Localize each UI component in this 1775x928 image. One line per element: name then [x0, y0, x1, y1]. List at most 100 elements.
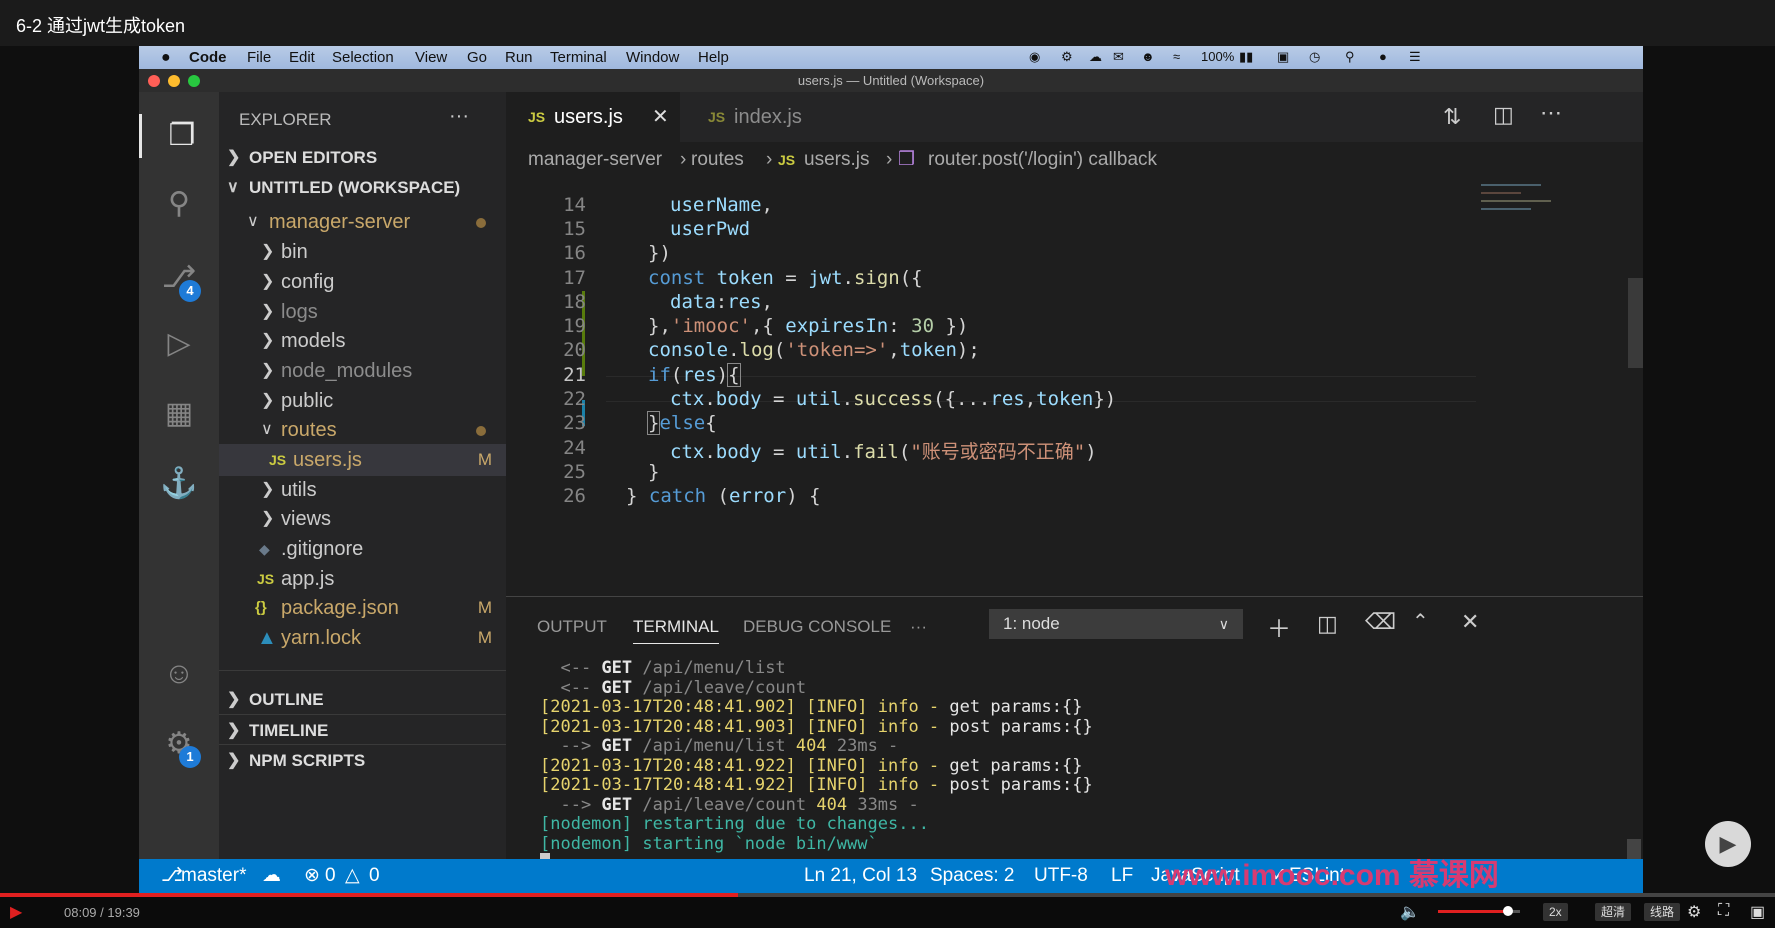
- line-button[interactable]: 线路: [1644, 903, 1681, 921]
- bell-icon[interactable]: ✉: [1113, 49, 1124, 65]
- open-editors-section[interactable]: ❯ OPEN EDITORS: [219, 142, 506, 174]
- menu-edit[interactable]: Edit: [289, 49, 315, 66]
- split-editor-icon[interactable]: ◫: [1493, 102, 1514, 128]
- sync-icon[interactable]: ☁: [262, 859, 281, 893]
- settings-badge: 1: [179, 746, 201, 768]
- menu-help[interactable]: Help: [698, 49, 729, 66]
- tree-file-app-js[interactable]: JS app.js: [219, 563, 506, 595]
- tree-folder-manager-server[interactable]: ∨ manager-server: [219, 206, 506, 238]
- menu-window[interactable]: Window: [626, 49, 679, 66]
- branch-name[interactable]: master*: [181, 859, 246, 893]
- play-overlay-icon[interactable]: ▶: [1705, 821, 1751, 867]
- line-ending[interactable]: LF: [1111, 859, 1133, 893]
- menu-terminal[interactable]: Terminal: [550, 49, 607, 66]
- branch-icon[interactable]: ⎇: [161, 859, 183, 893]
- breadcrumb-item[interactable]: router.post('/login') callback: [928, 142, 1157, 178]
- warning-count[interactable]: 0: [369, 859, 380, 893]
- minimap[interactable]: [1481, 178, 1581, 238]
- timeline-section[interactable]: ❯ TIMELINE: [219, 714, 506, 747]
- docker-icon[interactable]: ⚓: [157, 462, 201, 506]
- tree-folder-utils[interactable]: ❯ utils: [219, 474, 506, 506]
- panel-more-button[interactable]: ···: [910, 617, 927, 637]
- control-center-icon[interactable]: ☰: [1409, 49, 1421, 65]
- siri-icon[interactable]: ●: [1379, 49, 1387, 64]
- tab-index-js[interactable]: JS index.js: [682, 92, 842, 142]
- account-icon[interactable]: ☺: [157, 652, 201, 696]
- cloud-icon[interactable]: ☁: [1089, 49, 1102, 65]
- tree-file-package-json[interactable]: {} package.json M: [219, 592, 506, 624]
- tree-folder-config[interactable]: ❯ config: [219, 266, 506, 298]
- extensions-icon[interactable]: ▦: [157, 392, 201, 436]
- tree-folder-logs[interactable]: ❯ logs: [219, 296, 506, 328]
- scrollbar[interactable]: [1628, 278, 1643, 368]
- tree-folder-views[interactable]: ❯ views: [219, 503, 506, 535]
- tree-folder-bin[interactable]: ❯ bin: [219, 236, 506, 268]
- open-changes-icon[interactable]: ⇅: [1443, 104, 1461, 130]
- apple-icon[interactable]: ●: [161, 49, 171, 67]
- menu-view[interactable]: View: [415, 49, 447, 66]
- npm-scripts-section[interactable]: ❯ NPM SCRIPTS: [219, 744, 506, 777]
- app-status-icon[interactable]: ⚙: [1061, 49, 1073, 65]
- play-icon[interactable]: ▶: [10, 902, 22, 922]
- tab-output[interactable]: OUTPUT: [537, 617, 607, 637]
- terminal-scrollbar[interactable]: [1627, 839, 1641, 859]
- fullscreen-web-icon[interactable]: ⛶: [1718, 902, 1729, 920]
- more-actions-icon[interactable]: ⋯: [1540, 100, 1562, 126]
- tab-terminal[interactable]: TERMINAL: [633, 617, 719, 644]
- tab-debug-console[interactable]: DEBUG CONSOLE: [743, 617, 891, 637]
- tab-label: index.js: [734, 106, 802, 128]
- indentation[interactable]: Spaces: 2: [930, 859, 1015, 893]
- terminal-output[interactable]: <-- GET /api/menu/list <-- GET /api/leav…: [540, 658, 1093, 874]
- clock-icon[interactable]: ◷: [1309, 49, 1320, 65]
- battery-icon[interactable]: ▮▮: [1239, 49, 1253, 65]
- close-tab-icon[interactable]: ✕: [652, 92, 669, 142]
- du-icon[interactable]: ▣: [1277, 49, 1289, 65]
- tree-file-users-js[interactable]: JS users.js M: [219, 444, 506, 476]
- timeline-label: TIMELINE: [249, 721, 329, 740]
- breadcrumb-item[interactable]: routes: [691, 142, 744, 178]
- fullscreen-icon[interactable]: ▣: [1750, 902, 1765, 922]
- menu-run[interactable]: Run: [505, 49, 533, 66]
- search-icon[interactable]: ⚲: [157, 182, 201, 226]
- spotlight-search-icon[interactable]: ⚲: [1345, 49, 1355, 65]
- wechat-icon[interactable]: ☻: [1141, 49, 1155, 64]
- close-panel-icon[interactable]: ✕: [1461, 609, 1479, 635]
- encoding[interactable]: UTF-8: [1034, 859, 1088, 893]
- tree-folder-public[interactable]: ❯ public: [219, 385, 506, 417]
- explorer-more-button[interactable]: ···: [449, 100, 489, 132]
- tree-folder-routes[interactable]: ∨ routes: [219, 414, 506, 446]
- tab-users-js[interactable]: JS users.js ✕: [506, 92, 680, 142]
- trash-icon[interactable]: ⌫: [1365, 609, 1396, 635]
- tree-folder-node-modules[interactable]: ❯ node_modules: [219, 355, 506, 387]
- error-icon[interactable]: ⊗: [304, 859, 320, 893]
- volume-icon[interactable]: 🔈: [1400, 902, 1420, 922]
- outline-section[interactable]: ❯ OUTLINE: [219, 684, 506, 716]
- menu-file[interactable]: File: [247, 49, 271, 66]
- settings-icon[interactable]: ⚙: [1687, 902, 1701, 922]
- run-debug-icon[interactable]: ▷: [157, 322, 201, 366]
- cursor-position[interactable]: Ln 21, Col 13: [804, 859, 917, 893]
- workspace-section[interactable]: ∨ UNTITLED (WORKSPACE): [219, 172, 506, 204]
- code-editor[interactable]: 14 15 16 17 18 19 20 21 22 23 24 25 26 u…: [506, 178, 1643, 596]
- volume-knob[interactable]: [1502, 906, 1513, 916]
- js-file-icon: JS: [778, 152, 796, 168]
- new-terminal-icon[interactable]: ＋: [1267, 609, 1291, 644]
- warning-icon[interactable]: △: [345, 859, 360, 893]
- tree-folder-models[interactable]: ❯ models: [219, 325, 506, 357]
- menu-app[interactable]: Code: [189, 49, 227, 66]
- maximize-panel-icon[interactable]: ⌃: [1412, 609, 1429, 634]
- quality-button[interactable]: 超清: [1595, 903, 1632, 921]
- split-terminal-icon[interactable]: ◫: [1317, 611, 1338, 637]
- tree-file-gitignore[interactable]: ◆ .gitignore: [219, 533, 506, 565]
- menu-selection[interactable]: Selection: [332, 49, 394, 66]
- breadcrumb-item[interactable]: manager-server: [528, 142, 662, 178]
- breadcrumb-item[interactable]: users.js: [804, 142, 869, 178]
- record-icon[interactable]: ◉: [1029, 49, 1040, 65]
- terminal-select[interactable]: 1: node ∨: [989, 609, 1243, 639]
- explorer-icon[interactable]: ❐: [139, 114, 222, 158]
- wifi-icon[interactable]: ≈: [1173, 49, 1180, 64]
- speed-button[interactable]: 2x: [1543, 903, 1568, 921]
- menu-go[interactable]: Go: [467, 49, 487, 66]
- error-count[interactable]: 0: [325, 859, 336, 893]
- tree-file-yarn-lock[interactable]: ▲ yarn.lock M: [219, 622, 506, 654]
